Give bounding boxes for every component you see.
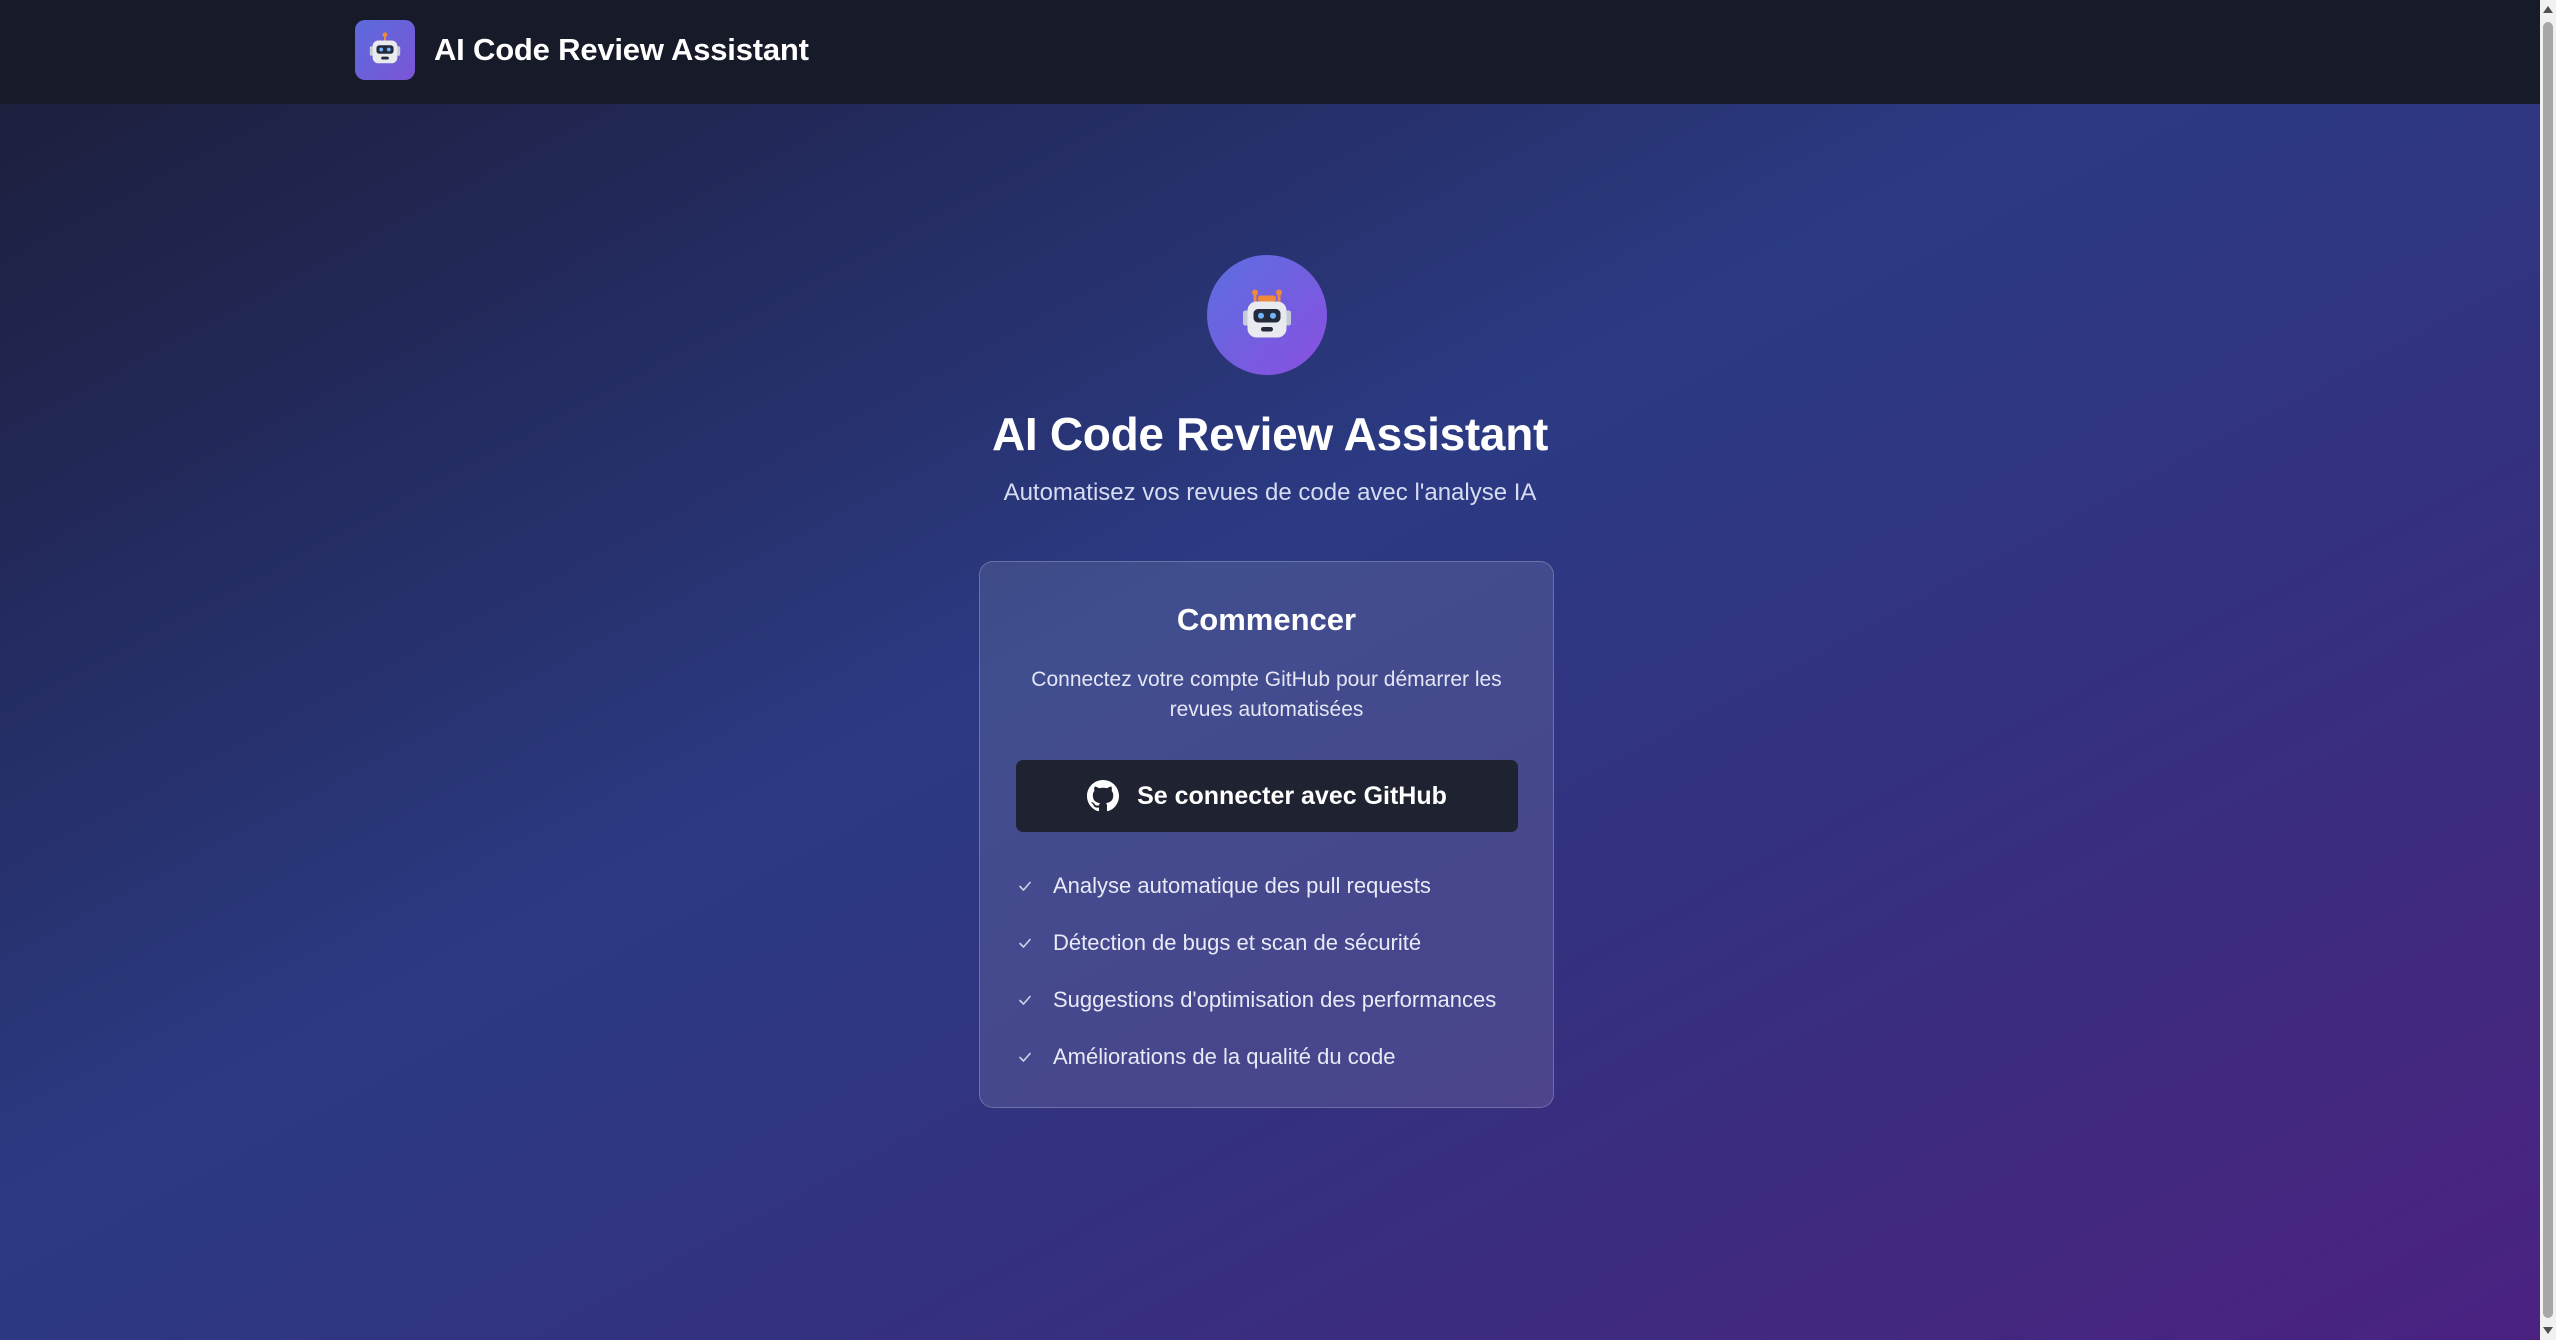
scrollbar-thumb[interactable] <box>2543 22 2553 1318</box>
check-icon <box>1016 1048 1034 1066</box>
feature-label: Détection de bugs et scan de sécurité <box>1053 929 1422 955</box>
github-icon <box>1087 780 1120 812</box>
card-title: Commencer <box>1176 602 1357 637</box>
robot-icon <box>355 20 415 80</box>
list-item: Améliorations de la qualité du code <box>1016 1028 1536 1085</box>
check-icon <box>1016 934 1034 952</box>
brand[interactable]: AI Code Review Assistant <box>355 20 809 80</box>
login-card: Commencer Connectez votre compte GitHub … <box>979 561 1554 1108</box>
scroll-up-icon[interactable] <box>2543 6 2553 13</box>
list-item: Analyse automatique des pull requests <box>1016 857 1536 914</box>
feature-label: Analyse automatique des pull requests <box>1053 872 1431 898</box>
feature-list: Analyse automatique des pull requests Dé… <box>1016 857 1536 1085</box>
list-item: Suggestions d'optimisation des performan… <box>1016 971 1536 1028</box>
brand-title: AI Code Review Assistant <box>434 32 809 67</box>
vertical-scrollbar[interactable] <box>2540 0 2556 1340</box>
feature-label: Améliorations de la qualité du code <box>1053 1043 1396 1069</box>
page-title: AI Code Review Assistant <box>991 408 1549 460</box>
top-navbar: AI Code Review Assistant <box>0 0 2540 104</box>
github-login-button[interactable]: Se connecter avec GitHub <box>1016 760 1518 832</box>
check-icon <box>1016 877 1034 895</box>
page-subtitle: Automatisez vos revues de code avec l'an… <box>1003 479 1537 506</box>
github-login-label: Se connecter avec GitHub <box>1137 781 1447 810</box>
feature-label: Suggestions d'optimisation des performan… <box>1053 986 1497 1012</box>
robot-icon <box>1207 255 1327 375</box>
list-item: Détection de bugs et scan de sécurité <box>1016 914 1536 971</box>
scroll-down-icon[interactable] <box>2543 1327 2553 1334</box>
card-description: Connectez votre compte GitHub pour démar… <box>1031 668 1502 721</box>
check-icon <box>1016 991 1034 1009</box>
